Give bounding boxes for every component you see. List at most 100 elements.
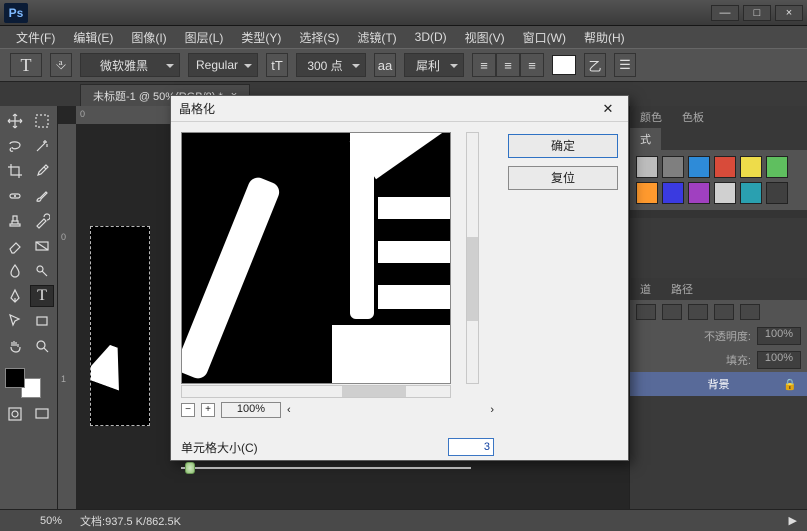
menu-3d[interactable]: 3D(D) xyxy=(407,28,455,46)
app-logo: Ps xyxy=(4,3,28,23)
ok-button[interactable]: 确定 xyxy=(508,134,618,158)
tool-eyedropper[interactable] xyxy=(30,160,54,182)
status-doc-info[interactable]: 文档:937.5 K/862.5K xyxy=(80,513,181,529)
tool-rectangle[interactable] xyxy=(30,310,54,332)
ruler-v-tick-0: 0 xyxy=(61,232,66,242)
style-swatch[interactable] xyxy=(688,156,710,178)
reset-button[interactable]: 复位 xyxy=(508,166,618,190)
tool-stamp[interactable] xyxy=(3,210,27,232)
zoom-in-button[interactable]: + xyxy=(201,403,215,417)
foreground-color[interactable] xyxy=(5,368,25,388)
quickmask-button[interactable] xyxy=(3,403,27,425)
type-tool-indicator[interactable]: T xyxy=(10,53,42,77)
tool-history-brush[interactable] xyxy=(30,210,54,232)
warp-text-button[interactable]: 乙 xyxy=(584,53,606,77)
tool-path-select[interactable] xyxy=(3,310,27,332)
menu-layer[interactable]: 图层(L) xyxy=(177,27,232,48)
layer-filter-icon[interactable] xyxy=(714,304,734,320)
tool-pen[interactable] xyxy=(3,285,27,307)
menu-type[interactable]: 类型(Y) xyxy=(233,27,289,48)
style-swatch[interactable] xyxy=(740,156,762,178)
tool-healing[interactable] xyxy=(3,185,27,207)
style-swatch[interactable] xyxy=(766,182,788,204)
styles-panel-tabs: 式 xyxy=(630,128,807,150)
character-panel-button[interactable]: ☰ xyxy=(614,53,636,77)
document-canvas[interactable] xyxy=(90,226,150,426)
tool-gradient[interactable] xyxy=(30,235,54,257)
status-zoom[interactable]: 50% xyxy=(40,515,62,527)
font-style-select[interactable]: Regular xyxy=(188,53,258,77)
style-swatch[interactable] xyxy=(714,156,736,178)
menu-help[interactable]: 帮助(H) xyxy=(576,27,633,48)
opacity-value[interactable]: 100% xyxy=(757,327,801,345)
tool-eraser[interactable] xyxy=(3,235,27,257)
preview-scroll-right-icon[interactable]: › xyxy=(490,404,494,416)
tool-zoom[interactable] xyxy=(30,335,54,357)
layer-filter-icon[interactable] xyxy=(688,304,708,320)
antialias-select[interactable]: 犀利 xyxy=(404,53,464,77)
font-size-select[interactable]: 300 点 xyxy=(296,53,366,77)
style-swatch[interactable] xyxy=(714,182,736,204)
lock-icon: 🔒 xyxy=(783,378,797,391)
align-right-button[interactable]: ≡ xyxy=(520,53,544,77)
style-swatch[interactable] xyxy=(766,156,788,178)
preview-vscrollbar[interactable] xyxy=(466,132,479,384)
preview-scroll-left-icon[interactable]: ‹ xyxy=(287,404,291,416)
menu-image[interactable]: 图像(I) xyxy=(123,27,174,48)
screenmode-button[interactable] xyxy=(30,403,54,425)
tab-swatches[interactable]: 色板 xyxy=(672,106,714,128)
filter-preview[interactable] xyxy=(181,132,451,384)
dialog-close-button[interactable]: ✕ xyxy=(596,100,620,118)
tool-move[interactable] xyxy=(3,110,27,132)
slider-thumb[interactable] xyxy=(185,462,195,474)
layer-row-background[interactable]: 背景 🔒 xyxy=(630,372,807,396)
menu-edit[interactable]: 编辑(E) xyxy=(65,27,121,48)
menu-view[interactable]: 视图(V) xyxy=(457,27,513,48)
preview-hscrollbar[interactable] xyxy=(181,385,451,398)
align-center-button[interactable]: ≡ xyxy=(496,53,520,77)
layer-filter-icon[interactable] xyxy=(636,304,656,320)
zoom-out-button[interactable]: − xyxy=(181,403,195,417)
ruler-vertical[interactable]: 0 1 xyxy=(58,124,76,509)
tool-hand[interactable] xyxy=(3,335,27,357)
foreground-background-swatch[interactable] xyxy=(3,366,43,400)
tool-blur[interactable] xyxy=(3,260,27,282)
layer-filter-icon[interactable] xyxy=(740,304,760,320)
tab-paths[interactable]: 路径 xyxy=(661,278,703,300)
menu-select[interactable]: 选择(S) xyxy=(291,27,347,48)
align-left-button[interactable]: ≡ xyxy=(472,53,496,77)
text-orientation-button[interactable]: ⎀ xyxy=(50,53,72,77)
fill-value[interactable]: 100% xyxy=(757,351,801,369)
tool-marquee[interactable] xyxy=(30,110,54,132)
toolbox: T xyxy=(0,106,58,509)
menu-file[interactable]: 文件(F) xyxy=(8,27,63,48)
zoom-value-field[interactable]: 100% xyxy=(221,402,281,418)
cell-size-input[interactable] xyxy=(448,438,494,456)
tool-crop[interactable] xyxy=(3,160,27,182)
style-swatch[interactable] xyxy=(740,182,762,204)
tab-channels[interactable]: 道 xyxy=(630,278,661,300)
tab-styles[interactable]: 式 xyxy=(630,128,661,150)
close-window-button[interactable]: × xyxy=(775,5,803,21)
tool-magic-wand[interactable] xyxy=(30,135,54,157)
style-swatch[interactable] xyxy=(662,182,684,204)
text-color-swatch[interactable] xyxy=(552,55,576,75)
font-family-select[interactable]: 微软雅黑 xyxy=(80,53,180,77)
tab-color[interactable]: 颜色 xyxy=(630,106,672,128)
tool-type[interactable]: T xyxy=(30,285,54,307)
tool-dodge[interactable] xyxy=(30,260,54,282)
layer-filter-icon[interactable] xyxy=(662,304,682,320)
text-align-group: ≡ ≡ ≡ xyxy=(472,53,544,77)
menu-filter[interactable]: 滤镜(T) xyxy=(349,27,404,48)
style-swatch[interactable] xyxy=(662,156,684,178)
maximize-button[interactable]: □ xyxy=(743,5,771,21)
style-swatch[interactable] xyxy=(688,182,710,204)
dialog-titlebar[interactable]: 晶格化 ✕ xyxy=(171,96,628,122)
menu-window[interactable]: 窗口(W) xyxy=(515,27,574,48)
minimize-button[interactable]: — xyxy=(711,5,739,21)
status-info-arrow-icon[interactable]: ▶ xyxy=(789,514,797,527)
style-swatch[interactable] xyxy=(636,156,658,178)
tool-brush[interactable] xyxy=(30,185,54,207)
style-swatch[interactable] xyxy=(636,182,658,204)
tool-lasso[interactable] xyxy=(3,135,27,157)
